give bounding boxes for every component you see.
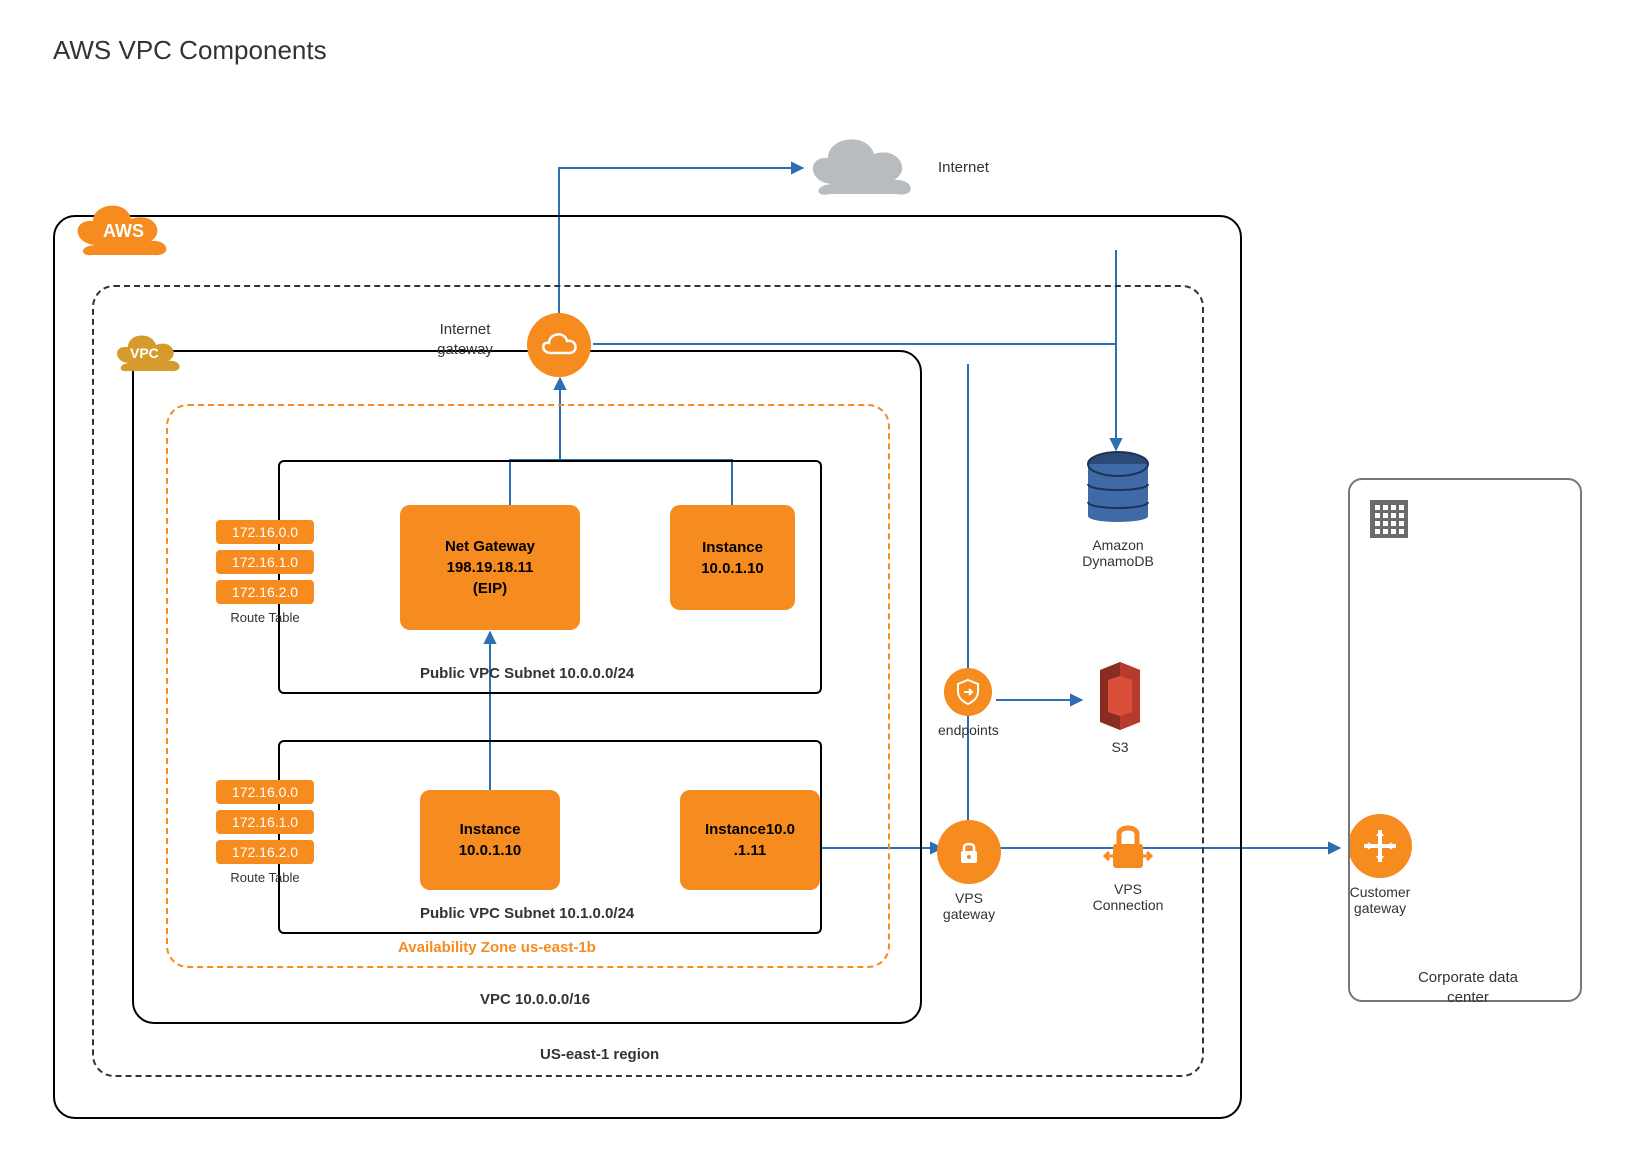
route-caption: Route Table xyxy=(216,610,314,625)
vps-gateway-label: VPS gateway xyxy=(934,890,1004,922)
internet-cloud-icon xyxy=(800,128,920,203)
diagram-title: AWS VPC Components xyxy=(53,35,327,66)
vpc-cloud-tag: VPC xyxy=(108,327,186,378)
public-subnet-1-label: Public VPC Subnet 10.0.0.0/24 xyxy=(420,664,634,684)
s3-service: S3 xyxy=(1085,660,1155,755)
internet-gateway-icon xyxy=(527,313,591,377)
endpoints-icon xyxy=(944,668,992,716)
nat-gateway-node: Net Gateway 198.19.18.11 (EIP) xyxy=(400,505,580,630)
endpoints-label: endpoints xyxy=(938,722,998,738)
route-row: 172.16.1.0 xyxy=(216,810,314,834)
aws-cloud-label: AWS xyxy=(103,221,144,242)
endpoints-service: endpoints xyxy=(938,668,998,738)
route-table-1: 172.16.0.0 172.16.1.0 172.16.2.0 Route T… xyxy=(216,520,314,625)
public-subnet-2-label: Public VPC Subnet 10.1.0.0/24 xyxy=(420,904,634,924)
route-caption: Route Table xyxy=(216,870,314,885)
vps-connection-service: VPS Connection xyxy=(1088,818,1168,913)
dynamodb-label: Amazon DynamoDB xyxy=(1078,537,1158,569)
route-row: 172.16.2.0 xyxy=(216,580,314,604)
subnet2-instance2-node: Instance10.0 .1.11 xyxy=(680,790,820,890)
building-icon xyxy=(1366,496,1412,547)
vpc-label: VPC 10.0.0.0/16 xyxy=(480,990,590,1010)
s3-label: S3 xyxy=(1085,739,1155,755)
az-label: Availability Zone us-east-1b xyxy=(398,938,596,958)
route-table-2: 172.16.0.0 172.16.1.0 172.16.2.0 Route T… xyxy=(216,780,314,885)
vps-connection-icon xyxy=(1099,818,1157,876)
subnet1-instance-node: Instance 10.0.1.10 xyxy=(670,505,795,610)
vps-connection-label: VPS Connection xyxy=(1088,881,1168,913)
aws-cloud-tag: AWS xyxy=(65,195,175,262)
route-row: 172.16.0.0 xyxy=(216,780,314,804)
vps-gateway-service: VPS gateway xyxy=(934,820,1004,922)
dynamodb-service: Amazon DynamoDB xyxy=(1078,450,1158,569)
dynamodb-icon xyxy=(1082,450,1154,530)
internet-label: Internet xyxy=(938,158,989,178)
subnet2-instance1-node: Instance 10.0.1.10 xyxy=(420,790,560,890)
corporate-data-center-label: Corporate data center xyxy=(1398,968,1538,1007)
route-row: 172.16.0.0 xyxy=(216,520,314,544)
region-label: US-east-1 region xyxy=(540,1045,659,1065)
route-row: 172.16.2.0 xyxy=(216,840,314,864)
vpc-tag-label: VPC xyxy=(130,345,159,361)
route-row: 172.16.1.0 xyxy=(216,550,314,574)
corporate-data-center xyxy=(1348,478,1582,1002)
s3-icon xyxy=(1088,660,1152,732)
vps-gateway-icon xyxy=(937,820,1001,884)
igw-label: Internet gateway xyxy=(420,320,510,359)
